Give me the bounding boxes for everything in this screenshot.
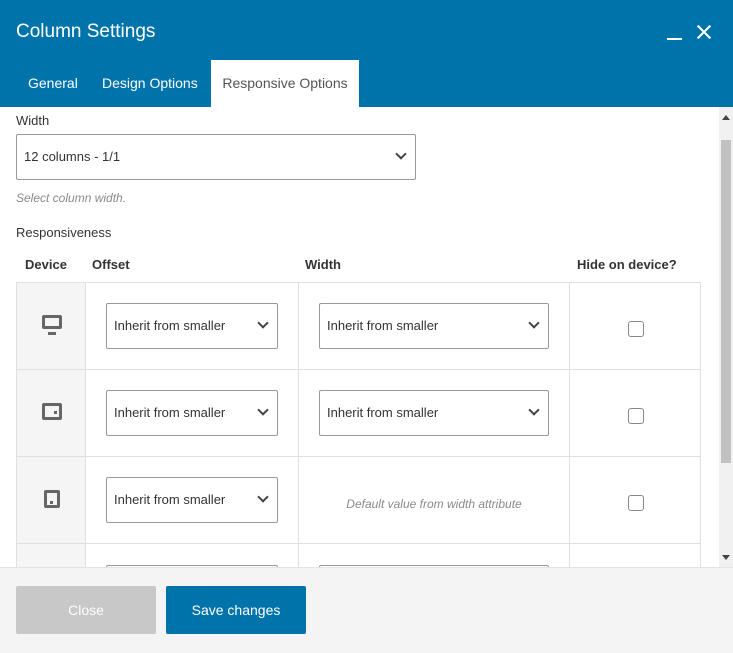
header-device: Device bbox=[25, 257, 67, 272]
chevron-down-icon bbox=[257, 491, 269, 503]
device-cell bbox=[16, 369, 86, 457]
responsiveness-table: Inherit from smaller Inherit from smalle… bbox=[16, 282, 701, 567]
hide-on-device-checkbox[interactable] bbox=[628, 495, 644, 511]
column-width-hint: Select column width. bbox=[16, 191, 127, 205]
close-icon[interactable] bbox=[692, 20, 716, 44]
save-changes-button[interactable]: Save changes bbox=[166, 586, 306, 634]
width-cell: Default value from width attribute bbox=[298, 456, 570, 544]
offset-cell: Inherit from smaller bbox=[85, 369, 299, 457]
offset-select[interactable]: Inherit from smaller bbox=[106, 390, 278, 436]
tab-responsive-options[interactable]: Responsive Options bbox=[211, 60, 359, 107]
responsive-options-panel: Width 12 columns - 1/1 Select column wid… bbox=[0, 107, 719, 567]
dialog-header: Column Settings General Design Options R… bbox=[0, 0, 733, 107]
device-cell bbox=[16, 282, 86, 370]
width-cell bbox=[298, 543, 570, 567]
width-cell: Inherit from smaller bbox=[298, 369, 570, 457]
device-cell bbox=[16, 543, 86, 567]
offset-cell: Inherit from smaller bbox=[85, 282, 299, 370]
hide-on-device-checkbox[interactable] bbox=[628, 321, 644, 337]
device-cell bbox=[16, 456, 86, 544]
dialog-title: Column Settings bbox=[16, 21, 156, 42]
header-width: Width bbox=[305, 257, 341, 272]
column-width-select[interactable]: 12 columns - 1/1 bbox=[16, 134, 416, 180]
width-select-value: Inherit from smaller bbox=[327, 318, 439, 333]
dialog-footer: Close Save changes bbox=[0, 567, 733, 653]
header-hide-on-device: Hide on device? bbox=[577, 257, 677, 272]
hide-cell bbox=[569, 369, 701, 457]
close-button[interactable]: Close bbox=[16, 586, 156, 634]
width-select[interactable]: Inherit from smaller bbox=[319, 390, 549, 436]
hide-cell bbox=[569, 456, 701, 544]
chevron-down-icon bbox=[257, 404, 269, 416]
chevron-down-icon bbox=[528, 317, 540, 329]
scroll-up-icon[interactable] bbox=[722, 115, 730, 120]
header-offset: Offset bbox=[92, 257, 130, 272]
width-label: Width bbox=[16, 113, 50, 128]
offset-cell bbox=[85, 543, 299, 567]
offset-select-value: Inherit from smaller bbox=[114, 405, 226, 420]
tablet-landscape-icon bbox=[42, 403, 62, 420]
width-select-value: Inherit from smaller bbox=[327, 405, 439, 420]
offset-select[interactable]: Inherit from smaller bbox=[106, 303, 278, 349]
chevron-down-icon bbox=[395, 148, 407, 160]
default-width-text: Default value from width attribute bbox=[346, 497, 522, 511]
tablet-portrait-icon bbox=[44, 490, 60, 508]
chevron-down-icon bbox=[528, 404, 540, 416]
scroll-down-icon[interactable] bbox=[722, 555, 730, 560]
column-width-value: 12 columns - 1/1 bbox=[24, 149, 121, 164]
offset-select-value: Inherit from smaller bbox=[114, 318, 226, 333]
minimize-icon[interactable] bbox=[663, 20, 687, 44]
chevron-down-icon bbox=[257, 317, 269, 329]
responsiveness-label: Responsiveness bbox=[16, 225, 112, 240]
table-row: Inherit from smaller Inherit from smalle… bbox=[16, 369, 701, 457]
width-cell: Inherit from smaller bbox=[298, 282, 570, 370]
width-select[interactable]: Inherit from smaller bbox=[319, 303, 549, 349]
vertical-scrollbar[interactable] bbox=[719, 107, 733, 567]
tab-design-options[interactable]: Design Options bbox=[102, 60, 198, 107]
scrollbar-thumb[interactable] bbox=[721, 140, 731, 463]
tab-general[interactable]: General bbox=[28, 60, 78, 107]
hide-cell bbox=[569, 282, 701, 370]
offset-select[interactable]: Inherit from smaller bbox=[106, 477, 278, 523]
hide-on-device-checkbox[interactable] bbox=[628, 408, 644, 424]
table-row: Inherit from smaller Inherit from smalle… bbox=[16, 282, 701, 370]
desktop-icon bbox=[42, 315, 62, 335]
table-row bbox=[16, 543, 701, 567]
offset-select-value: Inherit from smaller bbox=[114, 492, 226, 507]
hide-cell bbox=[569, 543, 701, 567]
offset-cell: Inherit from smaller bbox=[85, 456, 299, 544]
table-row: Inherit from smaller Default value from … bbox=[16, 456, 701, 544]
